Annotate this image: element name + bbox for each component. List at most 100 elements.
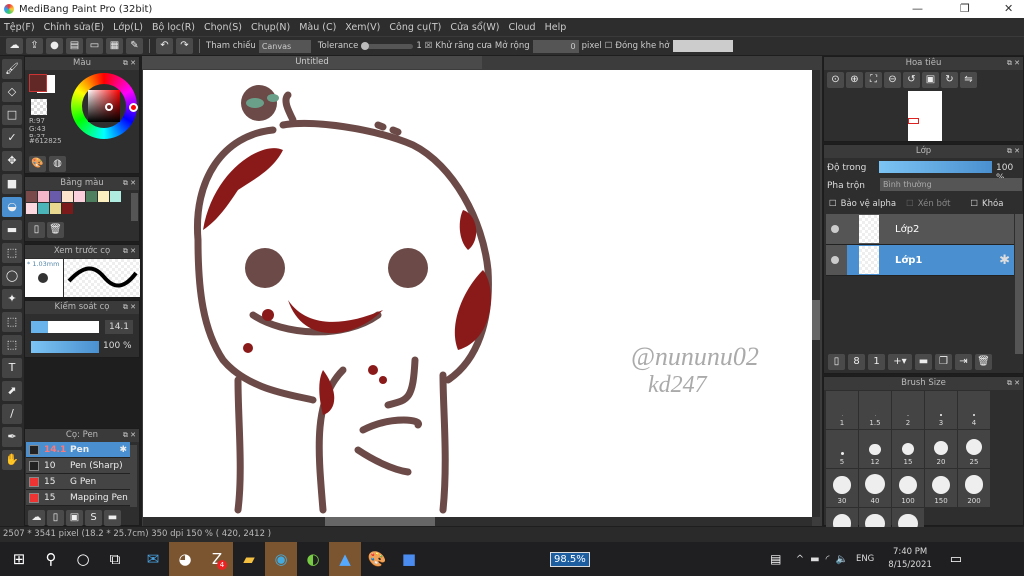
foreground-color-swatch[interactable]: [29, 74, 47, 92]
tray-chevron-icon[interactable]: ^: [796, 554, 804, 565]
new-layer-icon[interactable]: ▯: [828, 354, 845, 370]
edit-icon[interactable]: ✎: [126, 38, 143, 54]
schedule-icon[interactable]: ▦: [106, 38, 123, 54]
new-color-icon[interactable]: ▯: [28, 222, 45, 238]
network-icon[interactable]: ▬: [810, 554, 819, 565]
notifications-icon[interactable]: ▭: [940, 542, 972, 576]
document-icon[interactable]: ▭: [86, 38, 103, 54]
layer-item[interactable]: Lớp2: [826, 214, 1014, 245]
brush-list-scrollbar[interactable]: [130, 445, 137, 507]
expand-input[interactable]: 0: [532, 39, 579, 53]
palette-swatch[interactable]: [62, 191, 73, 202]
menu-item[interactable]: Chụp(N): [251, 22, 290, 33]
select-eraser-icon[interactable]: ⬚: [2, 335, 22, 355]
brush-size-option[interactable]: 200: [958, 469, 990, 507]
palette-swatch[interactable]: [62, 203, 73, 214]
layer-item[interactable]: Lớp1 ✱: [826, 245, 1014, 276]
menu-item[interactable]: Xem(V): [345, 22, 380, 33]
brush-size-value[interactable]: 14.1: [105, 320, 133, 334]
panel-controls-icon[interactable]: ⧉ ✕: [123, 301, 136, 314]
undo-button[interactable]: ↶: [156, 38, 173, 54]
brush-size-option[interactable]: 30: [826, 469, 858, 507]
bucket-tool-icon[interactable]: ◒: [2, 197, 22, 217]
palette-scrollbar[interactable]: [131, 193, 138, 221]
horizontal-scrollbar-thumb[interactable]: [325, 517, 435, 526]
palette-swatch[interactable]: [38, 203, 49, 214]
layer-row-body[interactable]: Lớp2: [847, 214, 1014, 244]
protect-alpha-checkbox[interactable]: ☐: [829, 199, 837, 209]
minimize-button[interactable]: —: [912, 2, 923, 15]
palette-swatch[interactable]: [74, 191, 85, 202]
brush-tool-icon[interactable]: 🖌: [2, 59, 22, 79]
palette-swatch[interactable]: [98, 191, 109, 202]
zalo-app-icon[interactable]: Z4: [201, 542, 233, 576]
clock[interactable]: 7:40 PM 8/15/2021: [888, 546, 932, 572]
visibility-icon[interactable]: [831, 256, 839, 264]
brush-size-option[interactable]: 15: [892, 430, 924, 468]
menu-item[interactable]: Màu (C): [299, 22, 336, 33]
brush-settings-icon[interactable]: ✱: [119, 445, 127, 455]
redo-button[interactable]: ↷: [176, 38, 193, 54]
tolerance-slider-handle[interactable]: [361, 41, 370, 50]
navigator-preview[interactable]: [908, 91, 942, 141]
palette-swatch[interactable]: [110, 191, 121, 202]
brush-size-option[interactable]: 40: [859, 469, 891, 507]
palette-settings-icon[interactable]: ◍: [49, 156, 66, 172]
cloud-brush-icon[interactable]: ☁: [28, 510, 45, 526]
palette-swatch[interactable]: [86, 191, 97, 202]
cloud-icon[interactable]: ☁: [6, 38, 23, 54]
panel-controls-icon[interactable]: ⧉ ✕: [1007, 145, 1020, 158]
lock-checkbox[interactable]: ☐: [970, 199, 978, 209]
comment-icon[interactable]: ●: [46, 38, 63, 54]
fit-icon[interactable]: ⛶: [865, 72, 882, 88]
lasso-tool-icon[interactable]: ◯: [2, 266, 22, 286]
move-tool-icon[interactable]: ✥: [2, 151, 22, 171]
panel-controls-icon[interactable]: ⧉ ✕: [123, 245, 136, 258]
menu-item[interactable]: Chỉnh sửa(E): [44, 22, 105, 33]
menu-item[interactable]: Bộ lọc(R): [152, 22, 195, 33]
delete-layer-icon[interactable]: 🗑: [975, 354, 992, 370]
mail-icon[interactable]: ✉: [137, 542, 169, 576]
vertical-scrollbar-thumb[interactable]: [812, 300, 820, 340]
antialias-checkbox[interactable]: ☒: [425, 41, 433, 51]
text-tool-icon[interactable]: T: [2, 358, 22, 378]
close-gap-input[interactable]: [672, 40, 733, 52]
duplicate-layer-icon[interactable]: ❐: [935, 354, 952, 370]
brush-item[interactable]: 15 G Pen: [26, 474, 130, 490]
menu-item[interactable]: Chọn(S): [204, 22, 242, 33]
brush-menu-icon[interactable]: ▣: [66, 510, 83, 526]
brush-opacity-slider[interactable]: [31, 341, 99, 353]
vertical-scrollbar[interactable]: [812, 70, 820, 517]
layer-row-body[interactable]: Lớp1 ✱: [847, 245, 1014, 275]
brush-size-option[interactable]: 25: [958, 430, 990, 468]
color-wheel[interactable]: [71, 73, 138, 139]
canvas-tab[interactable]: Untitled: [142, 56, 482, 69]
panel-controls-icon[interactable]: ⧉ ✕: [123, 177, 136, 190]
zoom-out-icon[interactable]: ⊖: [884, 72, 901, 88]
close-gap-checkbox[interactable]: ☐: [605, 41, 613, 51]
brush-size-option[interactable]: 150: [925, 469, 957, 507]
transparent-swatch[interactable]: [31, 99, 47, 115]
menu-item[interactable]: Lớp(L): [113, 22, 143, 33]
zoom-app-icon[interactable]: ■: [393, 542, 425, 576]
rotate-right-icon[interactable]: ↻: [941, 72, 958, 88]
saturation-box[interactable]: [88, 90, 120, 122]
layer-scrollbar[interactable]: [1015, 214, 1023, 354]
brush-item[interactable]: 10 Pen (Sharp): [26, 458, 130, 474]
layer-settings-icon[interactable]: ✱: [999, 253, 1010, 268]
photos-icon[interactable]: ▲: [329, 542, 361, 576]
add-layer-menu-icon[interactable]: +▾: [888, 354, 912, 370]
battery-indicator[interactable]: 98.5%: [550, 551, 590, 567]
brush-size-option[interactable]: 4: [958, 391, 990, 429]
zoom-in-icon[interactable]: ⊕: [846, 72, 863, 88]
fill-rect-tool-icon[interactable]: ■: [2, 174, 22, 194]
coccoc-icon[interactable]: ◐: [297, 542, 329, 576]
windows-start-icon[interactable]: ⊞: [3, 542, 35, 576]
palette-swatch[interactable]: [26, 203, 37, 214]
restore-button[interactable]: ❐: [960, 2, 970, 15]
panel-controls-icon[interactable]: ⧉ ✕: [1007, 57, 1020, 70]
eyedropper-tool-icon[interactable]: ✒: [2, 427, 22, 447]
brush-size-option[interactable]: 100: [892, 469, 924, 507]
zoom-actual-icon[interactable]: ⊙: [827, 72, 844, 88]
close-button[interactable]: ✕: [1004, 2, 1013, 15]
